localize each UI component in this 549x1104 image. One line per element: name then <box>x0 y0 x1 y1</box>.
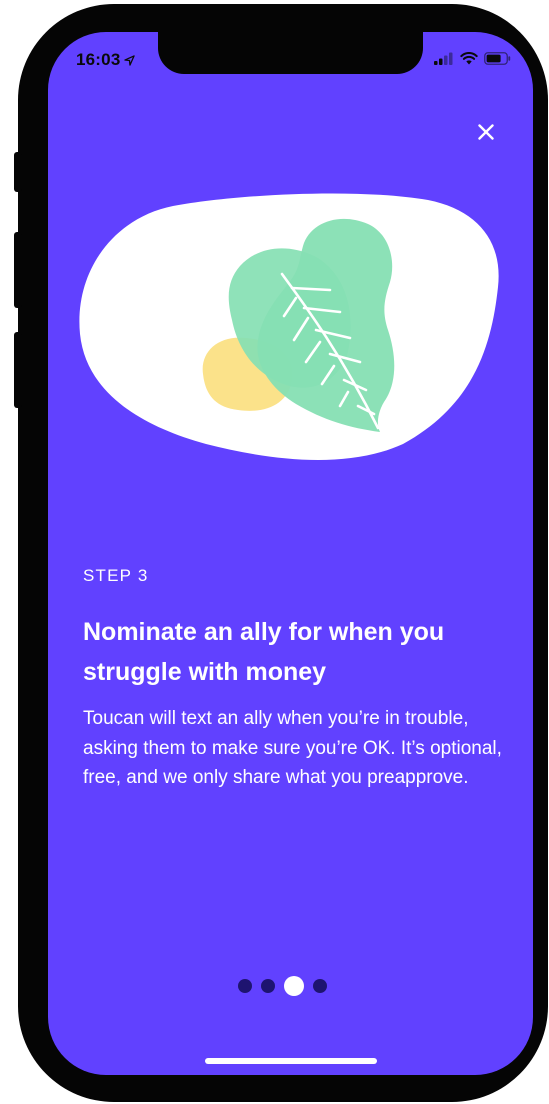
volume-up-button <box>14 232 22 308</box>
close-icon <box>478 124 494 140</box>
screen: 16:03 STEP 3 Nominate an ally for when y… <box>48 32 533 1075</box>
battery-icon <box>484 52 511 65</box>
pagination-dots <box>238 976 327 996</box>
step-label: STEP 3 <box>83 566 149 585</box>
page-title: Nominate an ally for when you struggle w… <box>83 618 445 686</box>
wifi-icon <box>460 52 478 65</box>
pagination-dot-4[interactable] <box>313 979 327 993</box>
status-time-text: 16:03 <box>76 50 121 69</box>
cellular-signal-icon <box>434 52 453 65</box>
close-button[interactable] <box>472 118 500 146</box>
home-indicator[interactable] <box>205 1058 377 1064</box>
volume-down-button <box>14 332 22 408</box>
status-time: 16:03 <box>76 50 136 70</box>
notch <box>158 32 423 74</box>
location-arrow-icon <box>124 54 136 66</box>
status-icons <box>434 52 511 65</box>
pagination-dot-3-active[interactable] <box>284 976 304 996</box>
pagination-dot-2[interactable] <box>261 979 275 993</box>
description-text: Toucan will text an ally when you’re in … <box>83 708 502 788</box>
mute-switch <box>14 152 22 192</box>
onboarding-illustration <box>79 193 499 460</box>
pagination-dot-1[interactable] <box>238 979 252 993</box>
